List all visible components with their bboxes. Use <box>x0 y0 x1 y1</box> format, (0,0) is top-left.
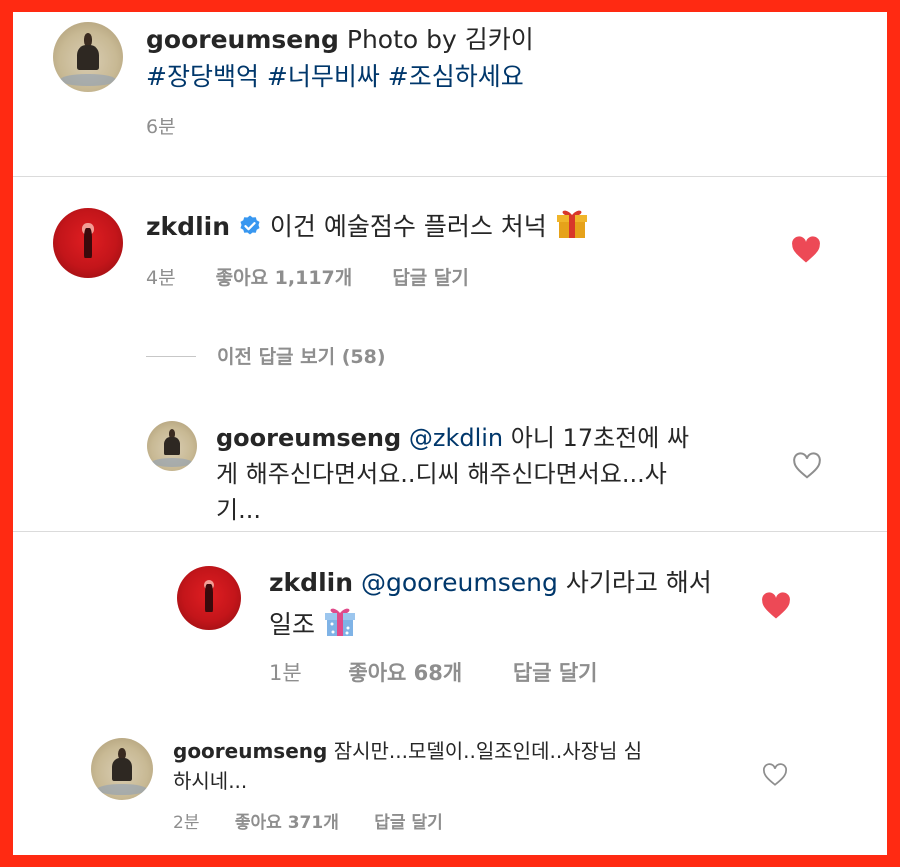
heart-outline-icon[interactable] <box>762 763 788 787</box>
verified-badge-icon <box>240 215 260 235</box>
heart-outline-icon[interactable] <box>792 452 822 480</box>
mention-link[interactable]: @gooreumseng <box>361 568 558 597</box>
reply-button[interactable]: 답글 달기 <box>374 813 442 833</box>
reply-text-line2: 일조 <box>269 610 316 639</box>
divider <box>13 176 887 177</box>
gift-icon <box>324 608 355 636</box>
gift-icon <box>556 210 587 238</box>
comment-thread: gooreumseng Photo by 김카이 #장당백억 #너무비싸 #조심… <box>13 12 887 855</box>
reply-text-line3: 기... <box>216 496 261 524</box>
heart-filled-icon[interactable] <box>791 236 821 264</box>
comment-time: 4분 <box>146 267 176 289</box>
post-time: 6분 <box>146 116 176 138</box>
mention-link[interactable]: @zkdlin <box>409 424 503 452</box>
reply-username[interactable]: zkdlin <box>269 568 353 597</box>
comment-time: 1분 <box>269 661 302 685</box>
reply-text-line1: 사기라고 해서 <box>565 568 712 597</box>
likes-count[interactable]: 좋아요 1,117개 <box>216 267 353 289</box>
reply-button[interactable]: 답글 달기 <box>392 267 469 289</box>
avatar[interactable] <box>177 566 241 630</box>
avatar[interactable] <box>91 738 153 800</box>
reply-username[interactable]: gooreumseng <box>173 739 327 763</box>
reply-text-line1: 잠시만...모델이..일조인데..사장님 심 <box>333 739 643 763</box>
heart-filled-icon[interactable] <box>761 592 791 620</box>
divider <box>13 531 887 532</box>
reply-text-line1: 아니 17초전에 싸 <box>510 424 690 452</box>
reply-text-line2: 게 해주신다면서요..디씨 해주신다면서요...사 <box>216 460 667 488</box>
likes-count[interactable]: 좋아요 68개 <box>348 661 462 685</box>
likes-count[interactable]: 좋아요 371개 <box>235 813 339 833</box>
post-hashtags[interactable]: #장당백억 #너무비싸 #조심하세요 <box>146 59 524 95</box>
post-username[interactable]: gooreumseng <box>146 25 339 54</box>
view-replies-line <box>146 356 196 357</box>
reply-button[interactable]: 답글 달기 <box>513 661 598 685</box>
reply-username[interactable]: gooreumseng <box>216 424 401 452</box>
avatar[interactable] <box>53 208 123 278</box>
comment-time: 2분 <box>173 813 200 833</box>
post-caption: Photo by 김카이 <box>346 25 534 54</box>
avatar[interactable] <box>53 22 123 92</box>
view-previous-replies[interactable]: 이전 답글 보기 (58) <box>217 342 386 369</box>
comment-username[interactable]: zkdlin <box>146 212 230 241</box>
reply-text-line2: 하시네... <box>173 769 248 793</box>
comment-text: 이건 예술점수 플러스 처넉 <box>269 212 547 241</box>
avatar[interactable] <box>147 421 197 471</box>
